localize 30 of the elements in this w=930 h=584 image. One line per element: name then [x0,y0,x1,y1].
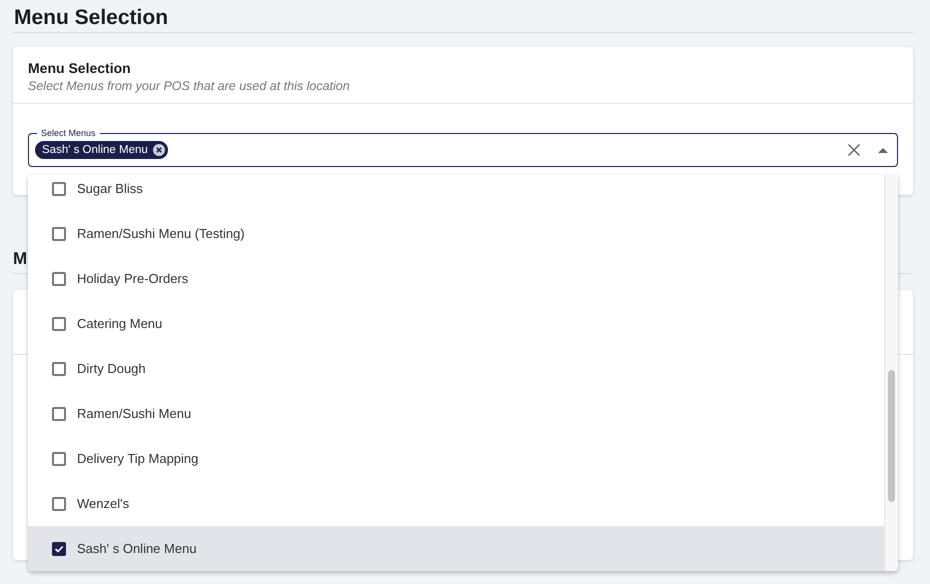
menu-option[interactable]: Catering Menu [28,301,885,346]
card-subtitle: Select Menus from your POS that are used at this location [28,79,351,93]
remove-chip-icon[interactable] [152,144,165,156]
checkbox[interactable] [52,316,66,330]
page-title: Menu Selection [14,6,168,29]
checkbox[interactable] [52,182,66,196]
card-title: Menu Selection [28,60,132,76]
menu-option[interactable]: Wenzel's [28,481,885,526]
menu-option[interactable]: Delivery Tip Mapping [28,436,885,481]
clear-icon[interactable] [847,143,861,157]
checkbox[interactable] [52,496,66,510]
checkbox[interactable] [52,272,66,286]
menu-option[interactable]: Sash' s Online Menu [28,526,885,571]
menu-option[interactable]: Ramen/Sushi Menu [28,391,885,436]
scroll-thumb[interactable] [888,370,895,502]
caret-icon[interactable] [877,146,889,154]
selected-chip[interactable]: Sash' s Online Menu [35,141,168,159]
checkbox[interactable] [52,542,66,556]
checkbox[interactable] [52,406,66,420]
menu-option[interactable]: Sugar Bliss [28,175,885,211]
section-title: M [13,249,28,268]
check-icon [54,544,64,554]
checkbox[interactable] [52,452,66,466]
menu-option[interactable]: Holiday Pre-Orders [28,256,885,301]
field-label: Select Menus [37,127,100,139]
scrollbar[interactable] [884,175,898,571]
checkbox[interactable] [52,362,66,376]
menu-option[interactable]: Dirty Dough [28,346,885,391]
menu-option[interactable]: Ramen/Sushi Menu (Testing) [28,211,885,256]
checkbox[interactable] [52,226,66,240]
